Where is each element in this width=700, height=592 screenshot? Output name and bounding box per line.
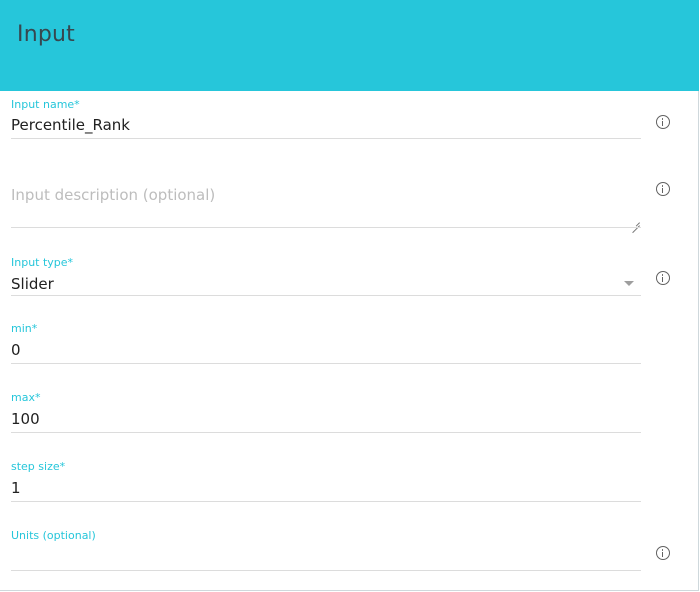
input-name-label: Input name*: [11, 98, 80, 111]
info-icon[interactable]: [656, 271, 670, 285]
info-icon[interactable]: [656, 182, 670, 196]
info-icon[interactable]: [656, 115, 670, 129]
min-underline: [11, 363, 641, 364]
step-size-underline: [11, 501, 641, 502]
step-size-value[interactable]: 1: [11, 479, 21, 497]
input-type-select[interactable]: Input type* Slider: [11, 256, 641, 298]
units-underline: [11, 570, 641, 571]
max-label: max*: [11, 391, 41, 404]
units-field[interactable]: Units (optional): [11, 529, 641, 571]
max-field[interactable]: max* 100: [11, 391, 641, 433]
info-icon[interactable]: [656, 546, 670, 560]
max-underline: [11, 432, 641, 433]
input-type-underline: [11, 295, 641, 296]
step-size-label: step size*: [11, 460, 66, 473]
input-name-underline: [11, 138, 641, 139]
min-field[interactable]: min* 0: [11, 322, 641, 364]
dialog-header: Input: [0, 0, 699, 91]
input-type-value[interactable]: Slider: [11, 275, 54, 293]
input-name-value[interactable]: Percentile_Rank: [11, 116, 130, 134]
units-label: Units (optional): [11, 529, 96, 542]
resize-handle-icon[interactable]: [632, 218, 640, 226]
input-description-underline: [11, 227, 641, 228]
dialog-title: Input: [17, 22, 75, 47]
chevron-down-icon[interactable]: [624, 281, 634, 286]
step-size-field[interactable]: step size* 1: [11, 460, 641, 502]
input-name-field[interactable]: Input name* Percentile_Rank: [11, 98, 641, 140]
min-value[interactable]: 0: [11, 341, 21, 359]
input-dialog: Input Input name* Percentile_Rank Input …: [0, 0, 699, 591]
input-description-placeholder: Input description (optional): [11, 186, 216, 204]
min-label: min*: [11, 322, 38, 335]
max-value[interactable]: 100: [11, 410, 40, 428]
input-description-field[interactable]: Input description (optional): [11, 180, 641, 230]
input-type-label: Input type*: [11, 256, 74, 269]
